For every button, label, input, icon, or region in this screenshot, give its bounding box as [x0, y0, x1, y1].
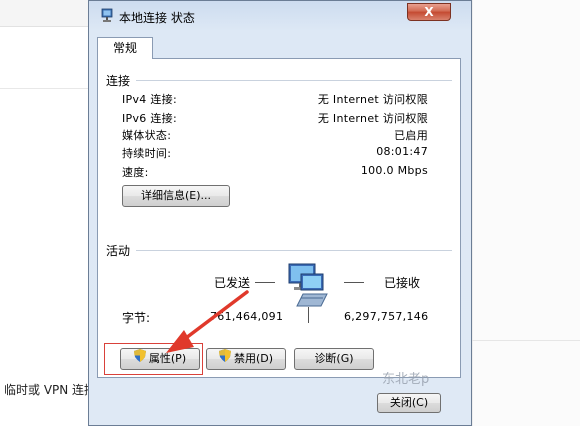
- ipv4-label: IPv4 连接:: [122, 93, 177, 106]
- tab-panel: 连接 IPv4 连接: 无 Internet 访问权限 IPv6 连接: 无 I…: [97, 58, 461, 378]
- background-connection-label: 临时或 VPN 连接: [4, 383, 97, 397]
- connection-group-divider: [136, 80, 452, 81]
- received-dash: [344, 282, 364, 283]
- watermark: 东北老p: [382, 372, 430, 387]
- tab-general[interactable]: 常规: [97, 37, 153, 59]
- bytes-label: 字节:: [122, 311, 151, 325]
- connection-group-title: 连接: [106, 74, 131, 88]
- network-activity-icon: [281, 262, 337, 311]
- speed-value: 100.0 Mbps: [360, 164, 428, 177]
- close-button[interactable]: 关闭(C): [377, 393, 441, 413]
- activity-group-divider: [136, 250, 452, 251]
- duration-value: 08:01:47: [376, 145, 428, 158]
- sent-label: 已发送: [214, 276, 251, 290]
- sent-dash: [255, 282, 275, 283]
- disable-button-label: 禁用(D): [233, 352, 274, 365]
- disable-button[interactable]: 禁用(D): [206, 348, 286, 370]
- speed-label: 速度:: [122, 166, 149, 179]
- received-label: 已接收: [384, 276, 421, 290]
- activity-group-title: 活动: [106, 244, 131, 258]
- bytes-separator: [308, 307, 309, 323]
- diagnose-button[interactable]: 诊断(G): [294, 348, 374, 370]
- duration-label: 持续时间:: [122, 147, 172, 160]
- title-bar[interactable]: 本地连接 状态 X: [89, 1, 471, 31]
- status-dialog: 本地连接 状态 X 常规 连接 IPv4 连接: 无 Internet 访问权限…: [88, 0, 472, 426]
- background-right-pane: [472, 0, 580, 426]
- background-right-divider: [472, 340, 580, 341]
- bytes-sent-value: 761,464,091: [210, 310, 284, 323]
- background-divider: [0, 88, 90, 89]
- bytes-received-value: 6,297,757,146: [344, 310, 429, 323]
- media-state-value: 已启用: [394, 129, 428, 142]
- close-window-button[interactable]: X: [407, 3, 451, 21]
- dialog-title: 本地连接 状态: [119, 11, 195, 25]
- details-button[interactable]: 详细信息(E)...: [122, 185, 230, 207]
- ipv6-label: IPv6 连接:: [122, 112, 177, 125]
- media-state-label: 媒体状态:: [122, 129, 172, 142]
- ipv6-value: 无 Internet 访问权限: [317, 112, 428, 125]
- properties-highlight: [104, 343, 203, 375]
- background-window-header: [0, 0, 90, 27]
- network-icon: [99, 8, 115, 24]
- uac-shield-icon: [218, 349, 231, 369]
- ipv4-value: 无 Internet 访问权限: [317, 93, 428, 106]
